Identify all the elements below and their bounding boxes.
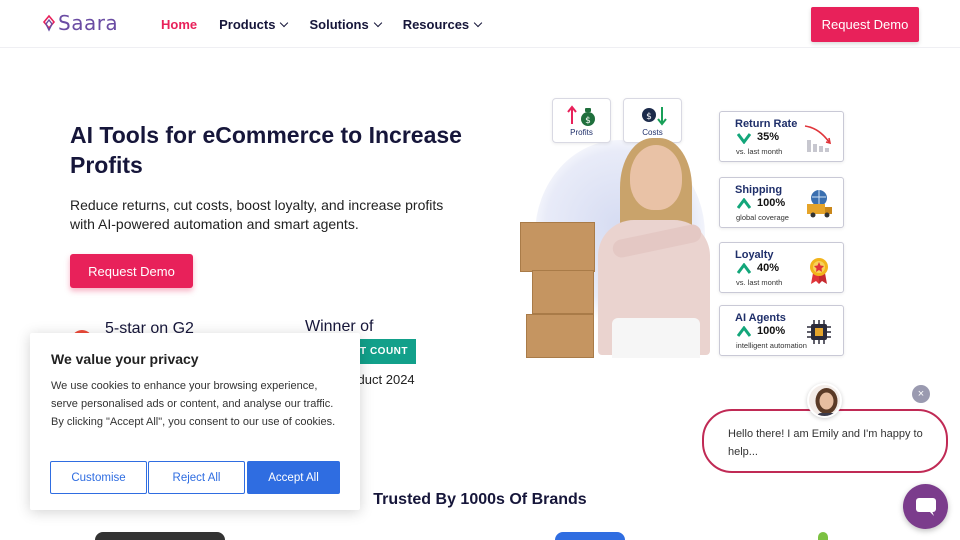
cookie-consent-panel: We value your privacy We use cookies to … (30, 333, 360, 510)
money-bag-down-icon: $ (642, 107, 667, 126)
svg-text:$: $ (646, 112, 652, 122)
hero-title: AI Tools for eCommerce to Increase Profi… (70, 122, 462, 178)
stat-value: 35% (757, 131, 780, 143)
cardboard-box (532, 270, 594, 314)
nav-home[interactable]: Home (161, 17, 197, 32)
main-nav: Home Products Solutions Resources (161, 17, 483, 32)
nav-home-label: Home (161, 17, 198, 32)
nav-products-label: Products (219, 17, 276, 32)
person-skirt (612, 318, 700, 358)
brand-logo-partial (555, 532, 625, 540)
stat-subtitle: intelligent automation (736, 341, 807, 350)
award-medal-icon (810, 258, 828, 284)
nav-resources-label: Resources (402, 17, 470, 32)
stat-subtitle: global coverage (736, 213, 789, 222)
accept-all-button[interactable]: Accept All (247, 461, 340, 494)
cardboard-box (526, 314, 594, 358)
nav-products[interactable]: Products (219, 17, 289, 32)
ai-chip-icon (807, 320, 831, 344)
nav-resources[interactable]: Resources (402, 17, 483, 32)
stat-title: Loyalty (735, 249, 774, 261)
brand-logo-partial (95, 532, 225, 540)
cookie-body: We use cookies to enhance your browsing … (51, 380, 336, 428)
logo-text: Saara (58, 11, 119, 35)
customise-button[interactable]: Customise (50, 461, 147, 494)
brand-logo-partial (818, 532, 828, 540)
money-bag-up-icon: $ (567, 105, 595, 126)
hero-subtitle: Reduce returns, cut costs, boost loyalty… (70, 197, 444, 232)
chat-agent-avatar (807, 383, 842, 418)
trend-up-icon (737, 263, 751, 274)
nav-solutions-label: Solutions (309, 17, 369, 32)
stat-title: Return Rate (735, 118, 798, 130)
chat-close-button[interactable]: × (912, 385, 930, 403)
trend-up-icon (737, 326, 751, 337)
chat-launcher-button[interactable] (903, 484, 948, 529)
chevron-down-icon (373, 18, 382, 28)
chat-greeting-bubble[interactable]: Hello there! I am Emily and I'm happy to… (702, 409, 948, 473)
nav-solutions[interactable]: Solutions (309, 17, 382, 32)
declining-bar-chart-icon (804, 125, 832, 152)
costs-label: Costs (642, 128, 663, 137)
logo[interactable]: Saara (42, 11, 118, 35)
profits-card: $ Profits (552, 98, 611, 143)
costs-card: $ Costs (623, 98, 682, 143)
person-face (630, 145, 682, 210)
cookie-title: We value your privacy (51, 351, 199, 367)
stat-card-return-rate: Return Rate 35% vs. last month (719, 111, 844, 162)
stat-value: 100% (757, 197, 786, 209)
stat-title: AI Agents (735, 312, 786, 324)
chat-bubble-icon (915, 497, 936, 516)
svg-text:$: $ (585, 116, 591, 126)
trend-down-icon (737, 133, 751, 144)
site-header: Saara Home Products Solutions Resources … (0, 0, 960, 48)
chat-message: Hello there! I am Emily and I'm happy to… (728, 428, 923, 458)
stat-subtitle: vs. last month (736, 278, 783, 287)
profits-label: Profits (570, 128, 593, 137)
stat-title: Shipping (735, 184, 783, 196)
stat-value: 100% (757, 325, 786, 337)
saara-logo-icon (42, 14, 56, 32)
stat-card-shipping: Shipping 100% global coverage (719, 177, 844, 228)
stat-subtitle: vs. last month (736, 147, 783, 156)
stat-card-loyalty: Loyalty 40% vs. last month (719, 242, 844, 293)
delivery-truck-globe-icon (807, 190, 832, 218)
chevron-down-icon (473, 18, 483, 28)
request-demo-button-header[interactable]: Request Demo (811, 7, 919, 42)
stat-card-ai-agents: AI Agents 100% intelligent automation (719, 305, 844, 356)
cardboard-box (520, 222, 595, 272)
chevron-down-icon (280, 18, 289, 28)
reject-all-button[interactable]: Reject All (148, 461, 245, 494)
trend-up-icon (737, 198, 751, 209)
stat-value: 40% (757, 262, 780, 274)
request-demo-button-hero[interactable]: Request Demo (70, 254, 193, 288)
